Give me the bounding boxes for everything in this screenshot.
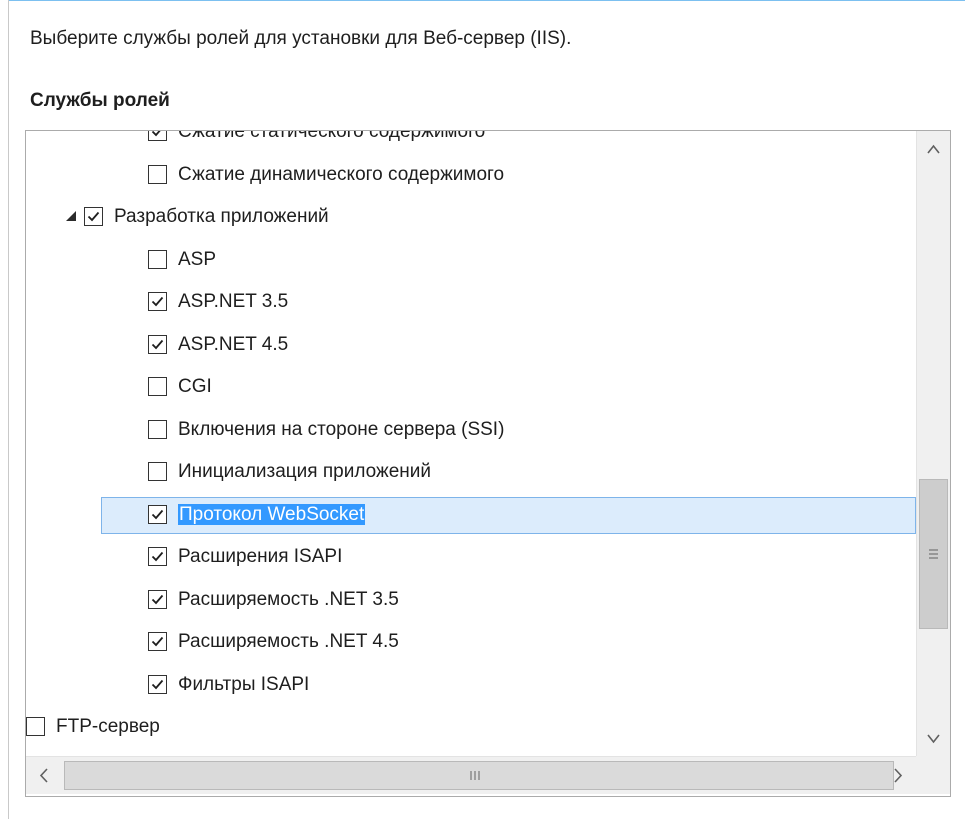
tree-item-label: Сжатие динамического содержимого (178, 163, 505, 185)
checkbox[interactable] (148, 547, 167, 566)
checkmark-icon (151, 509, 164, 519)
tree-item-label: Протокол WebSocket (178, 503, 366, 526)
scroll-grip-icon (929, 549, 938, 559)
checkbox[interactable] (148, 164, 167, 184)
tree-item-label: Разработка приложений (114, 206, 329, 227)
role-services-page: Выберите службы ролей для установки для … (0, 0, 965, 819)
tree-item[interactable]: Расширяемость .NET 4.5 (26, 624, 916, 662)
instruction-text: Выберите службы ролей для установки для … (30, 28, 572, 49)
checkmark-icon (151, 594, 164, 604)
tree-item[interactable]: FTP-сервер (26, 709, 916, 747)
checkbox[interactable] (148, 419, 167, 439)
tree-item[interactable]: Сжатие динамического содержимого (26, 157, 916, 195)
checkmark-icon (151, 551, 164, 562)
scroll-up-button[interactable] (917, 131, 950, 167)
left-border (8, 0, 9, 819)
section-title: Службы ролей (30, 90, 170, 111)
scroll-left-button[interactable] (26, 757, 62, 794)
horizontal-scroll-thumb[interactable] (64, 761, 894, 790)
vertical-scroll-thumb[interactable] (919, 479, 948, 629)
checkbox[interactable] (148, 131, 167, 141)
top-border (8, 0, 965, 1)
checkbox[interactable] (148, 674, 167, 694)
chevron-down-icon (927, 734, 940, 744)
tree-item-label: Расширяемость .NET 4.5 (178, 631, 399, 652)
checkmark-icon (151, 131, 161, 137)
tree-item-label: ASP.NET 3.5 (178, 291, 289, 312)
tree-item[interactable]: Сжатие статического содержимого (26, 131, 916, 152)
selected-text-highlight: Протокол WebSocket (178, 503, 366, 525)
scroll-grip-icon (470, 771, 480, 780)
tree-viewport: Сжатие статического содержимого Сжатие ди… (26, 131, 916, 756)
checkbox[interactable] (148, 504, 167, 524)
checkmark-icon (151, 296, 164, 307)
tree-item-label: ASP.NET 4.5 (178, 333, 289, 355)
tree-item-label: Расширяемость .NET 3.5 (178, 588, 399, 610)
tree-item[interactable]: Инициализация приложений (26, 454, 916, 492)
horizontal-scrollbar[interactable] (26, 756, 916, 794)
checkbox[interactable] (148, 249, 167, 269)
checkmark-icon (87, 211, 100, 222)
tree-item-label: Фильтры ISAPI (178, 673, 310, 695)
scrollbar-corner (916, 756, 950, 794)
tree-item-selected[interactable]: Протокол WebSocket (26, 496, 916, 535)
checkbox[interactable] (148, 632, 167, 651)
tree-item[interactable]: CGI (26, 369, 916, 407)
scroll-right-button[interactable] (880, 757, 916, 794)
checkbox[interactable] (26, 717, 45, 736)
role-services-tree[interactable]: Сжатие статического содержимого Сжатие ди… (25, 130, 951, 797)
checkmark-icon (151, 339, 164, 349)
checkbox[interactable] (84, 207, 103, 226)
tree-item[interactable]: Расширения ISAPI (26, 539, 916, 577)
tree-item-label: ASP (178, 248, 217, 270)
vertical-scrollbar[interactable] (916, 131, 950, 756)
chevron-up-icon (927, 144, 940, 154)
chevron-right-icon (894, 768, 903, 783)
tree-item-label: FTP-сервер (56, 716, 160, 737)
checkmark-icon (151, 679, 164, 689)
checkbox[interactable] (148, 334, 167, 354)
checkmark-icon (151, 636, 164, 647)
chevron-left-icon (39, 768, 48, 783)
checkbox[interactable] (148, 377, 167, 396)
checkbox[interactable] (148, 589, 167, 609)
tree-item[interactable]: Фильтры ISAPI (26, 667, 916, 705)
checkbox[interactable] (148, 462, 167, 481)
tree-item[interactable]: ASP.NET 3.5 (26, 284, 916, 322)
tree-item[interactable]: Включения на стороне сервера (SSI) (26, 412, 916, 450)
tree-item-label: Сжатие статического содержимого (178, 131, 486, 142)
tree-item[interactable]: ASP.NET 4.5 (26, 327, 916, 365)
tree-item[interactable]: ASP (26, 242, 916, 280)
tree-item-label: Расширения ISAPI (178, 546, 343, 567)
tree-item-label: Инициализация приложений (178, 461, 431, 482)
scroll-down-button[interactable] (917, 720, 950, 756)
checkbox[interactable] (148, 292, 167, 311)
tree-item[interactable]: Разработка приложений (26, 199, 916, 237)
triangle-expanded-icon[interactable] (64, 209, 78, 223)
tree-item[interactable]: Расширяемость .NET 3.5 (26, 582, 916, 620)
tree-item-label: Включения на стороне сервера (SSI) (178, 418, 505, 440)
tree-item-label: CGI (178, 376, 212, 397)
